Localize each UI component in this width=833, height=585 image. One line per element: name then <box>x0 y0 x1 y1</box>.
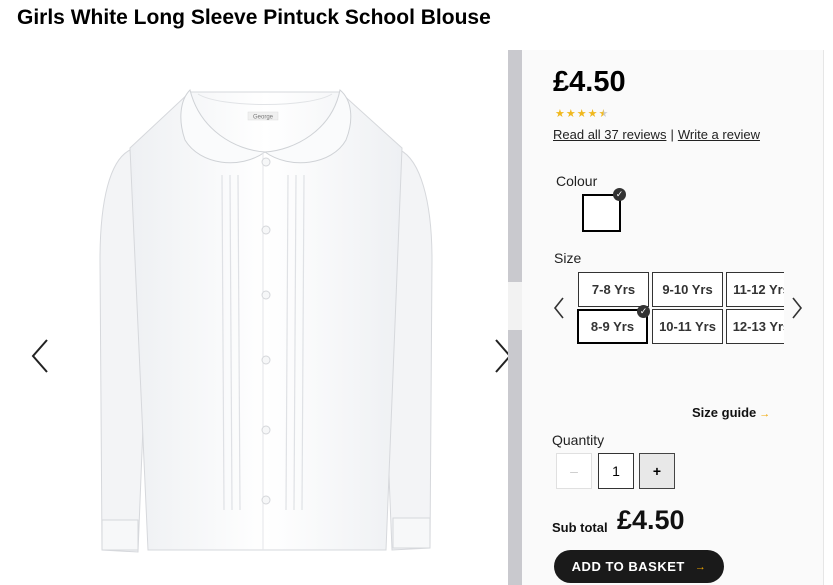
rating-stars: ★ ★ ★ ★ ★ <box>555 108 608 120</box>
check-icon: ✓ <box>613 188 626 201</box>
add-to-basket-label: ADD TO BASKET <box>571 559 685 574</box>
panel-divider-highlight <box>508 282 522 330</box>
brand-label: George <box>253 115 274 121</box>
size-option[interactable]: 7-8 Yrs <box>578 272 649 307</box>
size-guide-link[interactable]: Size guide → <box>692 405 770 420</box>
star-icon: ★ <box>555 108 565 120</box>
product-title: Girls White Long Sleeve Pintuck School B… <box>17 6 491 29</box>
product-price: £4.50 <box>553 66 626 98</box>
subtotal-label: Sub total <box>552 520 608 535</box>
product-image-gallery: George <box>0 50 521 585</box>
star-icon: ★ <box>587 108 598 120</box>
arrow-right-icon: → <box>694 560 707 573</box>
size-option[interactable]: 9-10 Yrs <box>652 272 723 307</box>
half-star-icon: ★ <box>598 108 609 120</box>
reviews-links: Read all 37 reviews | Write a review <box>553 127 760 142</box>
quantity-input[interactable]: 1 <box>598 453 634 489</box>
size-options: 7-8 Yrs 9-10 Yrs 11-12 Yrs 8-9 Yrs 10-11… <box>576 271 784 347</box>
chevron-left-icon <box>31 339 48 373</box>
check-icon: ✓ <box>637 305 650 318</box>
write-review-link[interactable]: Write a review <box>678 127 760 142</box>
read-reviews-link[interactable]: Read all 37 reviews <box>553 127 666 142</box>
size-guide-label: Size guide <box>692 405 757 420</box>
quantity-label: Quantity <box>552 432 605 448</box>
colour-label: Colour <box>556 173 598 189</box>
star-icon: ★ <box>576 108 587 120</box>
size-prev-button[interactable] <box>548 292 570 324</box>
size-option[interactable]: 11-12 Yrs <box>726 272 784 307</box>
star-icon: ★ <box>565 108 576 120</box>
size-option[interactable]: 10-11 Yrs <box>652 309 723 344</box>
chevron-left-icon <box>553 297 564 319</box>
size-label: Size <box>554 250 582 266</box>
size-option[interactable]: 12-13 Yrs <box>726 309 784 344</box>
gallery-prev-button[interactable] <box>22 330 58 382</box>
size-next-button[interactable] <box>786 292 808 324</box>
subtotal-value: £4.50 <box>617 505 685 535</box>
quantity-increase-button[interactable]: + <box>639 453 675 489</box>
reviews-separator: | <box>670 127 674 142</box>
add-to-basket-button[interactable]: ADD TO BASKET → <box>554 550 724 583</box>
product-image: George <box>99 89 433 553</box>
quantity-decrease-button[interactable]: – <box>556 453 592 489</box>
arrow-right-icon: → <box>759 408 771 420</box>
chevron-right-icon <box>792 297 803 319</box>
